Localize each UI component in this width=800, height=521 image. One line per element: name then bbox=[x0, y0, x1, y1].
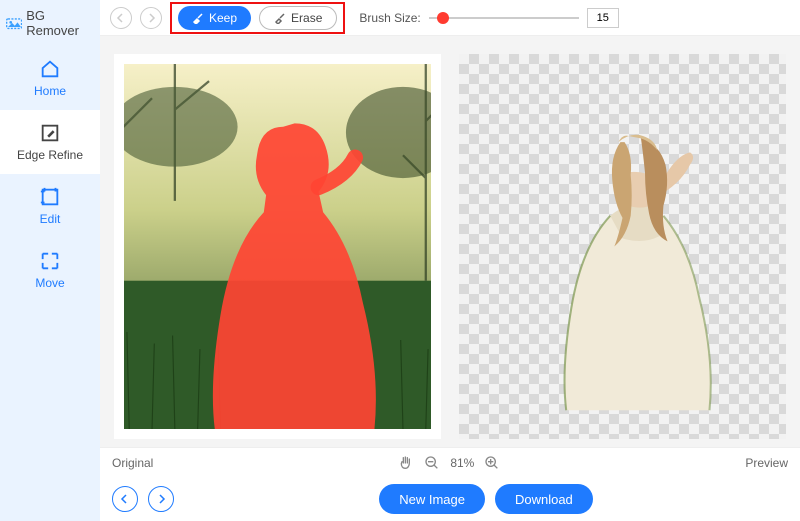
redo-button[interactable] bbox=[140, 7, 162, 29]
erase-brush-icon bbox=[274, 12, 286, 24]
brush-size-value[interactable]: 15 bbox=[587, 8, 619, 28]
canvas-area bbox=[100, 36, 800, 447]
erase-label: Erase bbox=[291, 11, 322, 25]
preview-image bbox=[469, 64, 776, 429]
download-label: Download bbox=[515, 492, 573, 507]
slider-track bbox=[429, 17, 579, 19]
move-icon bbox=[39, 250, 61, 272]
new-image-button[interactable]: New Image bbox=[379, 484, 485, 514]
zoom-value: 81% bbox=[450, 456, 474, 470]
zoom-out-icon[interactable] bbox=[424, 455, 440, 471]
pan-icon[interactable] bbox=[398, 455, 414, 471]
sidebar-item-edge-refine[interactable]: Edge Refine bbox=[0, 110, 100, 174]
keep-label: Keep bbox=[209, 11, 237, 25]
toolbar: Keep Erase Brush Size: 15 bbox=[100, 0, 800, 36]
new-image-label: New Image bbox=[399, 492, 465, 507]
main: Keep Erase Brush Size: 15 bbox=[100, 0, 800, 521]
keep-erase-highlight: Keep Erase bbox=[170, 2, 345, 34]
undo-button[interactable] bbox=[110, 7, 132, 29]
original-label: Original bbox=[112, 456, 153, 470]
brand-icon bbox=[6, 16, 22, 30]
sidebar-label-edit: Edit bbox=[40, 212, 61, 226]
status-bar: Original 81% Preview bbox=[100, 447, 800, 477]
erase-button[interactable]: Erase bbox=[259, 6, 337, 30]
home-icon bbox=[39, 58, 61, 80]
original-panel[interactable] bbox=[114, 54, 441, 439]
download-button[interactable]: Download bbox=[495, 484, 593, 514]
sidebar: BG Remover Home Edge Refine Edit Move bbox=[0, 0, 100, 521]
prev-button[interactable] bbox=[112, 486, 138, 512]
slider-thumb[interactable] bbox=[437, 12, 449, 24]
preview-panel[interactable] bbox=[459, 54, 786, 439]
zoom-in-icon[interactable] bbox=[484, 455, 500, 471]
sidebar-label-home: Home bbox=[34, 84, 66, 98]
edge-refine-icon bbox=[39, 122, 61, 144]
keep-button[interactable]: Keep bbox=[178, 6, 251, 30]
brand-text: BG Remover bbox=[26, 8, 94, 38]
preview-label: Preview bbox=[745, 456, 788, 470]
sidebar-item-home[interactable]: Home bbox=[0, 46, 100, 110]
action-bar: New Image Download bbox=[100, 477, 800, 521]
sidebar-label-move: Move bbox=[35, 276, 64, 290]
brand: BG Remover bbox=[0, 0, 100, 46]
sidebar-label-edge-refine: Edge Refine bbox=[17, 148, 83, 162]
sidebar-item-move[interactable]: Move bbox=[0, 238, 100, 302]
next-button[interactable] bbox=[148, 486, 174, 512]
sidebar-item-edit[interactable]: Edit bbox=[0, 174, 100, 238]
brush-size-label: Brush Size: bbox=[359, 11, 420, 25]
brush-size-slider[interactable] bbox=[429, 8, 579, 28]
original-image bbox=[124, 64, 431, 429]
edit-icon bbox=[39, 186, 61, 208]
keep-brush-icon bbox=[192, 12, 204, 24]
